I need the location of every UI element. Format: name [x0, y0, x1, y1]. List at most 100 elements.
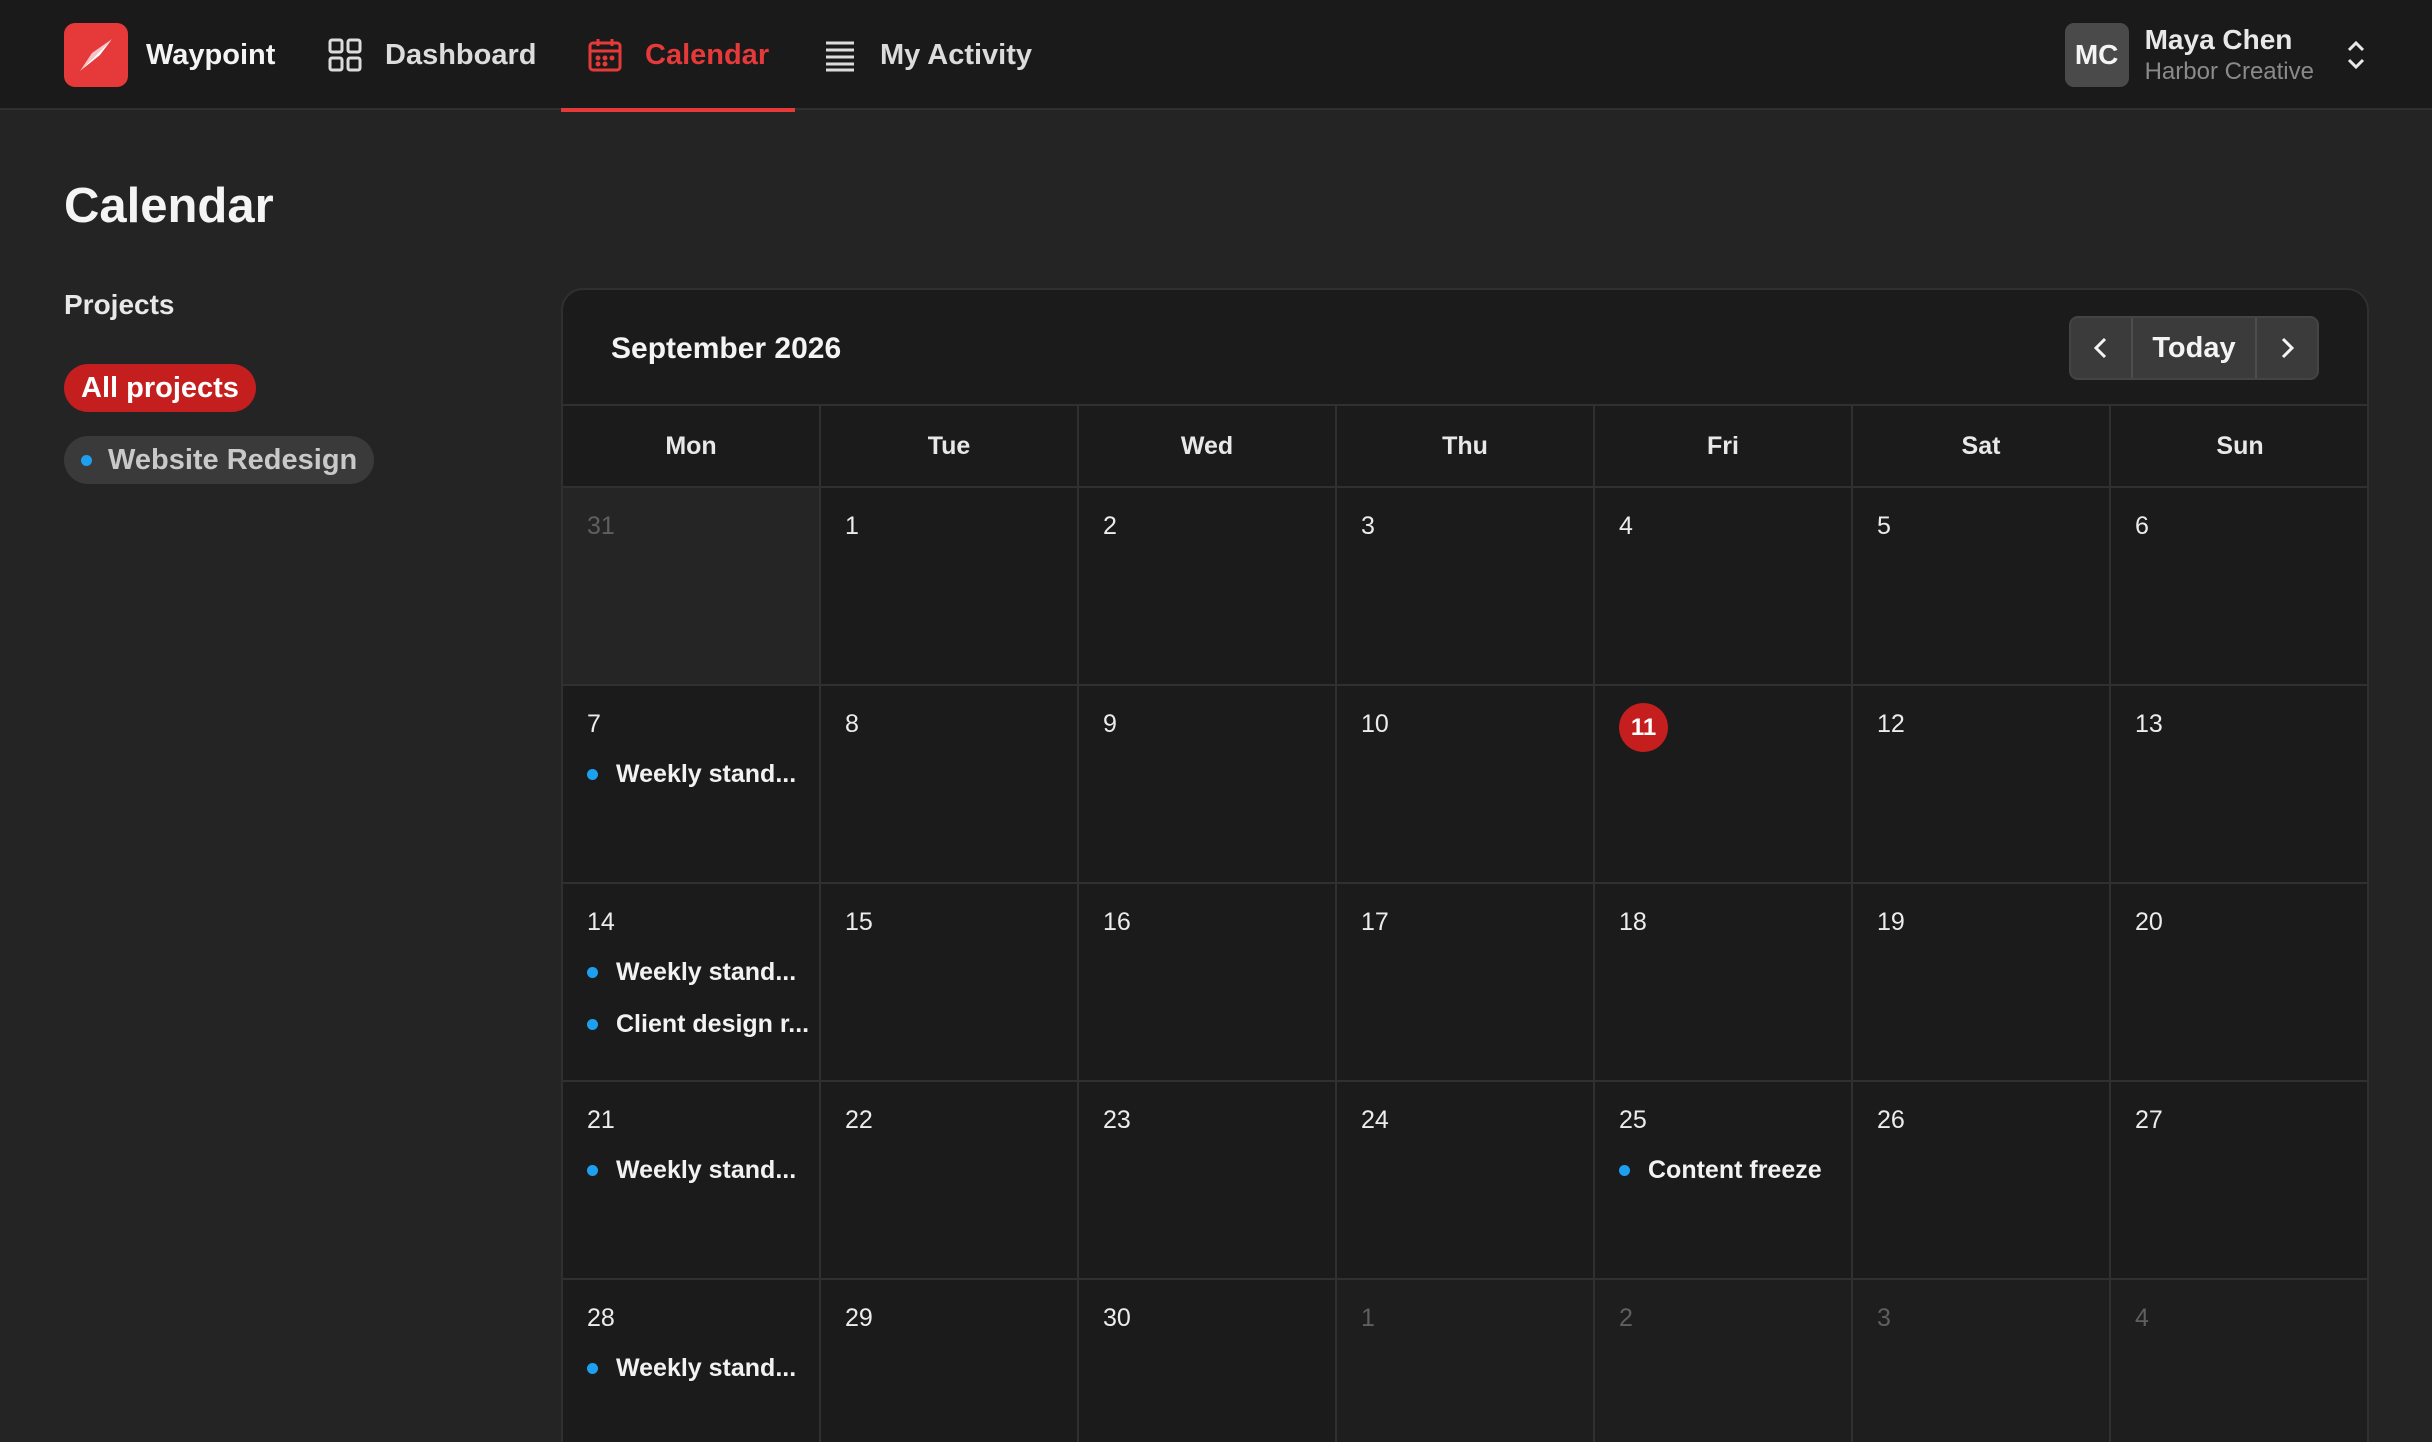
day-number: 31 — [587, 512, 615, 540]
calendar-day-cell[interactable]: 4 — [1595, 488, 1853, 684]
calendar-day-cell[interactable]: 17 — [1337, 884, 1595, 1080]
event-title: Weekly stand... — [616, 1353, 797, 1382]
projects-heading: Projects — [64, 289, 175, 320]
calendar-day-cell[interactable]: 27 — [2111, 1082, 2367, 1278]
today-button[interactable]: Today — [2131, 318, 2257, 378]
day-number: 29 — [845, 1304, 873, 1332]
day-number: 8 — [845, 710, 859, 738]
chevron-up-down-icon — [2347, 40, 2365, 70]
event-color-dot — [1619, 1164, 1630, 1176]
filter-all-projects-label: All projects — [81, 371, 239, 404]
event-title: Content freeze — [1648, 1155, 1822, 1184]
calendar-week-row: 21 Weekly stand... 22 23 24 25 Content freeze 2… — [563, 1082, 2367, 1280]
previous-month-button[interactable] — [2071, 318, 2131, 378]
calendar-day-cell[interactable]: 3 — [1337, 488, 1595, 684]
calendar-day-cell[interactable]: 29 — [821, 1280, 1079, 1442]
calendar-day-cell[interactable]: 31 — [563, 488, 821, 684]
calendar-day-cell[interactable]: 9 — [1079, 686, 1337, 882]
weeks-container: 31 1 2 3 4 5 6 7 Weekly stand... 8 9 10 11 12 13 14 Week… — [563, 488, 2367, 1442]
weekday-header-row: Mon Tue Wed Thu Fri Sat Sun — [563, 406, 2367, 488]
day-number: 5 — [1877, 512, 1891, 540]
calendar-week-row: 7 Weekly stand... 8 9 10 11 12 13 — [563, 686, 2367, 884]
day-number: 12 — [1877, 710, 1905, 738]
next-month-button[interactable] — [2257, 318, 2317, 378]
page-title: Calendar — [64, 179, 274, 233]
day-number: 26 — [1877, 1106, 1905, 1134]
day-number: 24 — [1361, 1106, 1389, 1134]
calendar-day-cell[interactable]: 1 — [821, 488, 1079, 684]
calendar-day-cell[interactable]: 2 — [1595, 1280, 1853, 1442]
day-number: 22 — [845, 1106, 873, 1134]
event-title: Weekly stand... — [616, 759, 797, 788]
calendar-day-cell[interactable]: 8 — [821, 686, 1079, 882]
calendar-day-cell[interactable]: 16 — [1079, 884, 1337, 1080]
calendar-day-cell[interactable]: 6 — [2111, 488, 2367, 684]
event-title: Client design r... — [616, 1009, 810, 1038]
calendar-day-cell[interactable]: 18 — [1595, 884, 1853, 1080]
day-number: 21 — [587, 1106, 615, 1134]
day-number: 2 — [1103, 512, 1117, 540]
list-icon — [822, 37, 858, 73]
calendar-day-cell[interactable]: 14 Weekly stand... Client design r... — [563, 884, 821, 1080]
day-number: 3 — [1877, 1304, 1891, 1332]
calendar-event[interactable]: Client design r... — [587, 1006, 809, 1042]
calendar-day-cell[interactable]: 15 — [821, 884, 1079, 1080]
weekday-header: Fri — [1595, 406, 1853, 486]
day-number: 20 — [2135, 908, 2163, 936]
app-name: Waypoint — [146, 38, 276, 71]
calendar-day-cell[interactable]: 7 Weekly stand... — [563, 686, 821, 882]
calendar-day-cell[interactable]: 23 — [1079, 1082, 1337, 1278]
filter-website-redesign[interactable]: Website Redesign — [64, 436, 375, 484]
grid-icon — [327, 37, 363, 73]
calendar-week-row: 28 Weekly stand... 29 30 1 2 3 4 — [563, 1280, 2367, 1442]
day-number: 28 — [587, 1304, 615, 1332]
top-nav-bar: Waypoint Dashboard Calendar My Activity … — [0, 0, 2432, 112]
day-number: 30 — [1103, 1304, 1131, 1332]
calendar-day-cell[interactable]: 26 — [1853, 1082, 2111, 1278]
day-number: 18 — [1619, 908, 1647, 936]
calendar-day-cell[interactable]: 4 — [2111, 1280, 2367, 1442]
calendar-day-cell[interactable]: 11 — [1595, 686, 1853, 882]
filter-website-redesign-label: Website Redesign — [108, 443, 358, 476]
tab-dashboard[interactable]: Dashboard — [327, 0, 536, 110]
weekday-header: Wed — [1079, 406, 1337, 486]
calendar-day-cell[interactable]: 12 — [1853, 686, 2111, 882]
calendar-day-cell[interactable]: 25 Content freeze — [1595, 1082, 1853, 1278]
calendar-header: September 2026 Today — [563, 290, 2367, 405]
day-number: 2 — [1619, 1304, 1633, 1332]
month-navigation: Today — [2069, 316, 2319, 380]
calendar-day-cell[interactable]: 21 Weekly stand... — [563, 1082, 821, 1278]
calendar-day-cell[interactable]: 1 — [1337, 1280, 1595, 1442]
day-number: 4 — [1619, 512, 1633, 540]
calendar-day-cell[interactable]: 5 — [1853, 488, 2111, 684]
calendar-event[interactable]: Content freeze — [1619, 1152, 1822, 1188]
calendar-week-row: 14 Weekly stand... Client design r... 15 16 1… — [563, 884, 2367, 1082]
calendar-event[interactable]: Weekly stand... — [587, 1350, 796, 1386]
month-grid: Mon Tue Wed Thu Fri Sat Sun 31 1 2 3 4 5 6 7 Wee… — [563, 404, 2367, 1442]
day-number: 15 — [845, 908, 873, 936]
filter-all-projects[interactable]: All projects — [64, 364, 256, 412]
tab-calendar[interactable]: Calendar — [560, 0, 796, 112]
calendar-day-cell[interactable]: 20 — [2111, 884, 2367, 1080]
day-number: 10 — [1361, 710, 1389, 738]
user-switcher[interactable]: MC Maya Chen Harbor Creative — [2064, 22, 2368, 88]
calendar-day-cell[interactable]: 22 — [821, 1082, 1079, 1278]
calendar-event[interactable]: Weekly stand... — [587, 1152, 796, 1188]
tab-my-activity[interactable]: My Activity — [822, 0, 1032, 110]
calendar-day-cell[interactable]: 28 Weekly stand... — [563, 1280, 821, 1442]
calendar-day-cell[interactable]: 30 — [1079, 1280, 1337, 1442]
calendar-day-cell[interactable]: 10 — [1337, 686, 1595, 882]
calendar-day-cell[interactable]: 2 — [1079, 488, 1337, 684]
weekday-header: Tue — [821, 406, 1079, 486]
brand[interactable]: Waypoint — [64, 23, 275, 87]
weekday-header: Sat — [1853, 406, 2111, 486]
calendar-day-cell[interactable]: 19 — [1853, 884, 2111, 1080]
calendar-event[interactable]: Weekly stand... — [587, 756, 796, 792]
calendar-icon — [587, 37, 623, 73]
calendar-day-cell[interactable]: 13 — [2111, 686, 2367, 882]
weekday-header: Sun — [2216, 431, 2264, 460]
day-number: 9 — [1103, 710, 1117, 738]
calendar-day-cell[interactable]: 3 — [1853, 1280, 2111, 1442]
calendar-event[interactable]: Weekly stand... — [587, 954, 796, 990]
calendar-day-cell[interactable]: 24 — [1337, 1082, 1595, 1278]
